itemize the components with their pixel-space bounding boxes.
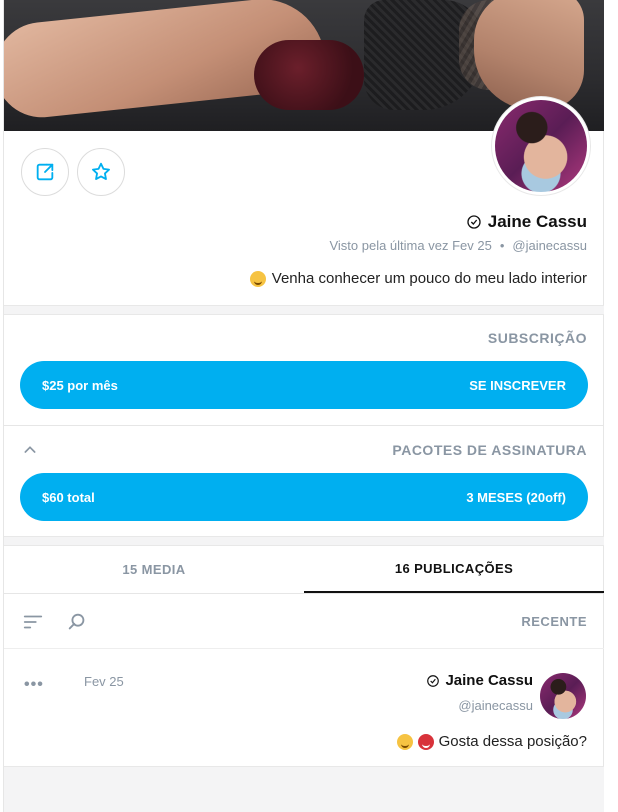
tab-posts[interactable]: 16 PUBLICAÇÕES: [304, 546, 604, 593]
feed-separator: [4, 648, 604, 649]
chevron-up-icon[interactable]: [22, 442, 38, 458]
subscription-title: SUBSCRIÇÃO: [487, 330, 587, 346]
meta-separator: •: [499, 238, 505, 253]
bio-text: Venha conhecer um pouco do meu lado inte…: [271, 270, 587, 287]
post-author-row: Jaine Cassu: [426, 672, 533, 689]
star-icon: [92, 162, 110, 180]
section-divider: [4, 305, 604, 315]
grinning-face-icon: [396, 733, 413, 750]
bundle-price: $60 total: [42, 489, 95, 505]
profile-meta: Visto pela última vez Fev 25 • @jainecas…: [329, 238, 587, 253]
post-avatar[interactable]: [538, 671, 588, 721]
post-author[interactable]: Jaine Cassu: [445, 672, 533, 689]
tab-media[interactable]: 15 MEDIA: [4, 546, 304, 593]
content-tabs: 15 MEDIA 16 PUBLICAÇÕES: [4, 546, 604, 594]
search-icon[interactable]: [66, 611, 88, 633]
post-date: Fev 25: [84, 674, 124, 689]
post-text-row: Gosta dessa posição?: [396, 733, 587, 750]
profile-bio: Venha conhecer um pouco do meu lado inte…: [249, 270, 587, 287]
filter-icon[interactable]: [22, 611, 44, 633]
more-options-icon[interactable]: •••: [24, 676, 44, 694]
section-separator: [4, 425, 604, 426]
profile-avatar[interactable]: [492, 97, 590, 195]
subscribe-price: $25 por mês: [42, 377, 118, 393]
profile-name: Jaine Cassu: [487, 212, 587, 231]
sort-label[interactable]: RECENTE: [521, 614, 587, 629]
smiling-face-icon: [249, 270, 266, 287]
share-icon: [36, 163, 54, 181]
bundle-label: 3 MESES (20off): [466, 489, 566, 505]
devil-face-icon: [417, 733, 434, 750]
verified-icon: [427, 674, 440, 687]
profile-name-row: Jaine Cassu: [466, 212, 587, 232]
section-divider: [4, 536, 604, 546]
profile-handle[interactable]: @jainecassu: [512, 238, 587, 253]
post-handle[interactable]: @jainecassu: [458, 698, 533, 713]
favorite-button[interactable]: [77, 148, 125, 196]
last-seen: Visto pela última vez Fev 25: [329, 238, 492, 253]
bundles-title: PACOTES DE ASSINATURA: [392, 442, 587, 458]
profile-page: Jaine Cassu Visto pela última vez Fev 25…: [3, 0, 604, 812]
post-text: Gosta dessa posição?: [438, 733, 587, 750]
share-button[interactable]: [21, 148, 69, 196]
verified-icon: [467, 215, 481, 229]
bundle-button[interactable]: $60 total 3 MESES (20off): [20, 473, 588, 521]
post-footer: [4, 766, 604, 812]
subscribe-label: SE INSCREVER: [469, 377, 566, 393]
subscribe-button[interactable]: $25 por mês SE INSCREVER: [20, 361, 588, 409]
